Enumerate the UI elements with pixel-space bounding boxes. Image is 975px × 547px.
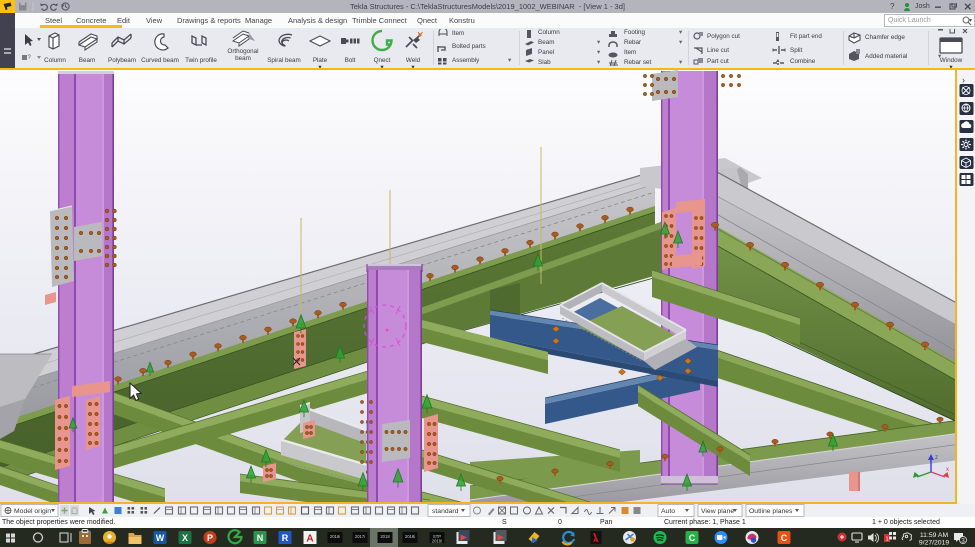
svg-text:?: ? — [28, 55, 32, 61]
svg-text:2018: 2018 — [380, 534, 390, 539]
svg-text:C: C — [689, 533, 696, 543]
svg-text:›: › — [962, 75, 965, 85]
svg-text:P: P — [207, 533, 213, 543]
svg-text:Model origin: Model origin — [14, 508, 51, 515]
svg-text:standard: standard — [432, 508, 459, 515]
svg-text:2019!: 2019! — [432, 539, 442, 544]
svg-text:C: C — [781, 533, 788, 543]
svg-text:9/27/2019: 9/27/2019 — [919, 540, 949, 547]
svg-text:2018i: 2018i — [405, 534, 415, 539]
svg-text:x: x — [946, 467, 949, 473]
svg-text:View plane: View plane — [701, 508, 734, 515]
svg-text:R: R — [282, 533, 289, 543]
svg-text:N: N — [257, 533, 264, 543]
svg-text:X: X — [182, 533, 188, 543]
svg-text:1: 1 — [885, 537, 888, 543]
svg-text:2017i: 2017i — [355, 534, 365, 539]
svg-text:2016i: 2016i — [330, 534, 340, 539]
svg-text:Auto: Auto — [661, 508, 675, 515]
svg-text:A: A — [306, 534, 313, 545]
svg-text:z: z — [935, 455, 938, 461]
svg-text:W: W — [156, 533, 165, 543]
svg-text:Outline planes: Outline planes — [749, 508, 793, 515]
svg-text:11:59 AM: 11:59 AM — [920, 532, 949, 539]
